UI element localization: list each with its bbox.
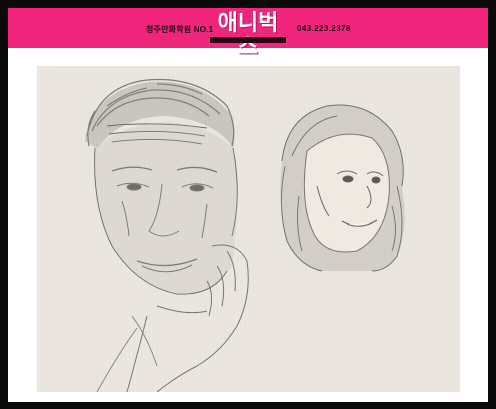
girl-face bbox=[303, 133, 390, 253]
header-banner: 청주만화학원 NO.1 애니벅스 043.223.2378 bbox=[8, 8, 488, 60]
brand-logo[interactable]: 애니벅스 bbox=[208, 12, 288, 60]
header-tagline: 청주만화학원 NO.1 bbox=[146, 25, 214, 34]
phone-number: 043.223.2378 bbox=[297, 24, 351, 33]
page-frame: 청주만화학원 NO.1 애니벅스 043.223.2378 bbox=[8, 8, 488, 402]
portrait-drawing bbox=[37, 66, 460, 393]
pencil-portrait-artwork bbox=[37, 66, 460, 393]
brand-logo-bar bbox=[210, 37, 286, 43]
brand-logo-text: 애니벅스 bbox=[217, 11, 279, 60]
